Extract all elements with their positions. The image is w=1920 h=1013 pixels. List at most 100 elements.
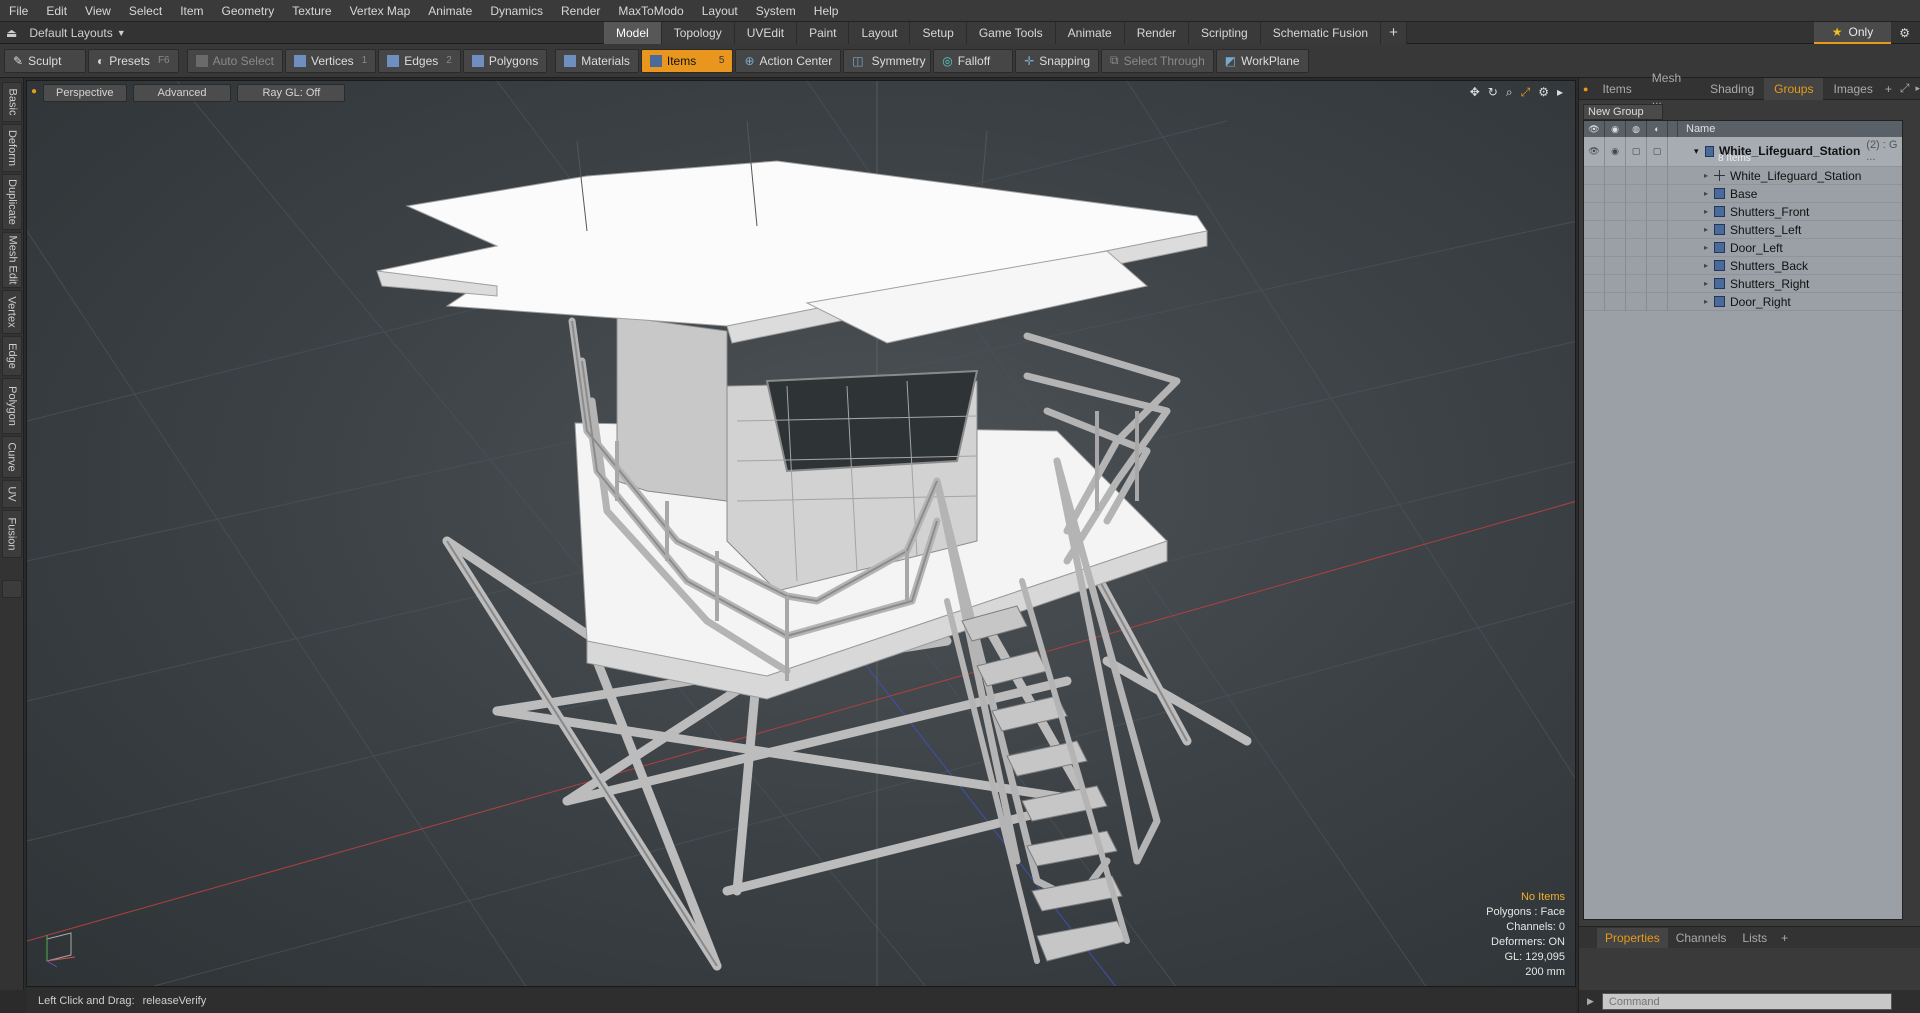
shading-mode-button[interactable]: Advanced bbox=[132, 84, 232, 102]
tab-properties[interactable]: Properties bbox=[1597, 927, 1668, 948]
name-column-header[interactable]: Name bbox=[1678, 123, 1715, 135]
workplane-button[interactable]: ◩ WorkPlane bbox=[1215, 48, 1309, 73]
tab-polygon[interactable]: Polygon bbox=[2, 378, 22, 434]
select-column-icon[interactable]: ◐ bbox=[1647, 121, 1668, 137]
tab-images[interactable]: Images bbox=[1823, 78, 1882, 100]
tab-vertex[interactable]: Vertex bbox=[2, 290, 22, 334]
menu-maxtomodo[interactable]: MaxToModo bbox=[609, 0, 692, 22]
3d-viewport[interactable]: ● Perspective Advanced Ray GL: Off ✥ ↻ ⌕… bbox=[26, 80, 1576, 987]
render-column-icon[interactable]: ◉ bbox=[1605, 121, 1626, 137]
menu-view[interactable]: View bbox=[76, 0, 120, 22]
expand-arrow-icon[interactable]: ▸ bbox=[1704, 279, 1708, 288]
tab-channels[interactable]: Channels bbox=[1668, 928, 1735, 948]
panel-arrow-icon[interactable]: ▸ bbox=[1915, 83, 1920, 94]
tab-model[interactable]: Model bbox=[604, 22, 662, 44]
tab-basic[interactable]: Basic bbox=[2, 82, 22, 122]
snapping-button[interactable]: ✛ Snapping bbox=[1015, 48, 1099, 73]
menu-help[interactable]: Help bbox=[805, 0, 848, 22]
command-arrow-icon[interactable]: ▶ bbox=[1587, 996, 1594, 1007]
symmetry-button[interactable]: ◫ Symmetry bbox=[843, 48, 932, 73]
menu-texture[interactable]: Texture bbox=[283, 0, 340, 22]
expand-arrow-icon[interactable]: ▸ bbox=[1704, 207, 1708, 216]
vertices-button[interactable]: Vertices 1 bbox=[284, 48, 377, 73]
raygl-button[interactable]: Ray GL: Off bbox=[237, 84, 346, 102]
tab-layout[interactable]: Layout bbox=[849, 22, 911, 44]
expand-arrow-icon[interactable]: ▸ bbox=[1704, 297, 1708, 306]
tab-uv[interactable]: UV bbox=[2, 480, 22, 508]
command-input[interactable] bbox=[1601, 993, 1892, 1010]
menu-render[interactable]: Render bbox=[552, 0, 609, 22]
expand-arrow-icon[interactable]: ▸ bbox=[1704, 225, 1708, 234]
menu-dynamics[interactable]: Dynamics bbox=[481, 0, 552, 22]
sculpt-button[interactable]: ✎ Sculpt bbox=[4, 48, 86, 73]
lock-toggle[interactable]: ▢ bbox=[1626, 136, 1647, 167]
lock-column-icon[interactable]: ◍ bbox=[1626, 121, 1647, 137]
group-item-row[interactable]: ▸ Shutters_Right bbox=[1584, 274, 1902, 293]
tab-scripting[interactable]: Scripting bbox=[1189, 22, 1261, 44]
viewport-settings-icon[interactable]: ⚙ bbox=[1538, 85, 1549, 100]
group-item-row[interactable]: ▸ Shutters_Left bbox=[1584, 220, 1902, 239]
expand-panel-icon[interactable]: ⤢ bbox=[1900, 81, 1910, 96]
falloff-button[interactable]: ◎ Falloff bbox=[933, 48, 1014, 73]
panel-toggle-button[interactable] bbox=[2, 580, 22, 598]
menu-animate[interactable]: Animate bbox=[419, 0, 481, 22]
polygons-button[interactable]: Polygons bbox=[462, 48, 548, 73]
layout-selector[interactable]: ⏏ Default Layouts ▼ bbox=[0, 26, 600, 40]
tab-mesh[interactable]: Mesh ... bbox=[1642, 67, 1700, 111]
select-through-button[interactable]: ⧉ Select Through bbox=[1101, 48, 1214, 73]
gear-icon[interactable]: ⚙ bbox=[1899, 26, 1910, 40]
menu-layout[interactable]: Layout bbox=[693, 0, 747, 22]
tab-curve[interactable]: Curve bbox=[2, 436, 22, 478]
group-row-root[interactable]: 👁 ◉ ▢ ▢ ▾ White_Lifeguard_Station (2) : G ...… bbox=[1584, 136, 1902, 167]
menu-geometry[interactable]: Geometry bbox=[213, 0, 284, 22]
view-mode-button[interactable]: Perspective bbox=[43, 84, 127, 102]
viewport-menu-dot[interactable]: ● bbox=[31, 84, 37, 102]
tab-setup[interactable]: Setup bbox=[910, 22, 967, 44]
upload-icon[interactable]: ⏏ bbox=[6, 26, 17, 40]
visibility-column-icon[interactable]: 👁 bbox=[1584, 121, 1605, 137]
eye-icon[interactable]: 👁 bbox=[1584, 136, 1605, 167]
tab-groups[interactable]: Groups bbox=[1764, 77, 1824, 100]
auto-select-button[interactable]: Auto Select bbox=[186, 48, 283, 73]
tab-lists[interactable]: Lists bbox=[1734, 928, 1775, 948]
menu-vertex-map[interactable]: Vertex Map bbox=[341, 0, 420, 22]
group-item-row[interactable]: ▸ Base bbox=[1584, 184, 1902, 203]
expand-arrow-icon[interactable]: ▸ bbox=[1704, 243, 1708, 252]
expand-arrow-icon[interactable]: ▸ bbox=[1704, 261, 1708, 270]
zoom-icon[interactable]: ⌕ bbox=[1506, 85, 1513, 100]
materials-button[interactable]: Materials bbox=[555, 48, 639, 73]
select-toggle[interactable]: ▢ bbox=[1647, 136, 1668, 167]
tab-fusion[interactable]: Fusion bbox=[2, 510, 22, 558]
menu-file[interactable]: File bbox=[0, 0, 37, 22]
expand-arrow-icon[interactable]: ▸ bbox=[1704, 189, 1708, 198]
tab-paint[interactable]: Paint bbox=[797, 22, 850, 44]
fit-icon[interactable]: ⤢ bbox=[1521, 85, 1531, 100]
action-center-button[interactable]: ⊕ Action Center bbox=[735, 48, 842, 73]
expand-arrow-icon[interactable]: ▸ bbox=[1704, 171, 1708, 180]
edges-button[interactable]: Edges 2 bbox=[378, 48, 461, 73]
pan-icon[interactable]: ✥ bbox=[1470, 85, 1480, 100]
group-item-row[interactable]: ▸ Shutters_Back bbox=[1584, 256, 1902, 275]
menu-item[interactable]: Item bbox=[171, 0, 212, 22]
panel-menu-dot[interactable]: ● bbox=[1583, 84, 1588, 94]
add-panel-tab-icon[interactable]: + bbox=[1885, 82, 1892, 96]
menu-edit[interactable]: Edit bbox=[37, 0, 76, 22]
tab-game-tools[interactable]: Game Tools bbox=[966, 22, 1056, 44]
group-item-row[interactable]: ▸ Door_Right bbox=[1584, 292, 1902, 311]
tab-duplicate[interactable]: Duplicate bbox=[2, 174, 22, 230]
tab-items[interactable]: Items bbox=[1592, 78, 1641, 100]
group-item-row[interactable]: ▸ White_Lifeguard_Station bbox=[1584, 166, 1902, 185]
menu-system[interactable]: System bbox=[747, 0, 805, 22]
tab-render[interactable]: Render bbox=[1124, 22, 1190, 44]
tab-shading[interactable]: Shading bbox=[1700, 78, 1764, 100]
tab-animate[interactable]: Animate bbox=[1055, 22, 1125, 44]
tab-topology[interactable]: Topology bbox=[661, 22, 735, 44]
expand-arrow-icon[interactable]: ▾ bbox=[1694, 146, 1699, 157]
tab-uvedit[interactable]: UVEdit bbox=[734, 22, 798, 44]
add-tab-button[interactable]: + bbox=[1381, 22, 1407, 44]
add-props-tab-icon[interactable]: + bbox=[1781, 931, 1788, 945]
tab-mesh-edit[interactable]: Mesh Edit bbox=[2, 232, 22, 288]
presets-button[interactable]: ◐ Presets F6 bbox=[88, 48, 179, 73]
items-button[interactable]: Items 5 bbox=[640, 48, 734, 73]
group-item-row[interactable]: ▸ Shutters_Front bbox=[1584, 202, 1902, 221]
